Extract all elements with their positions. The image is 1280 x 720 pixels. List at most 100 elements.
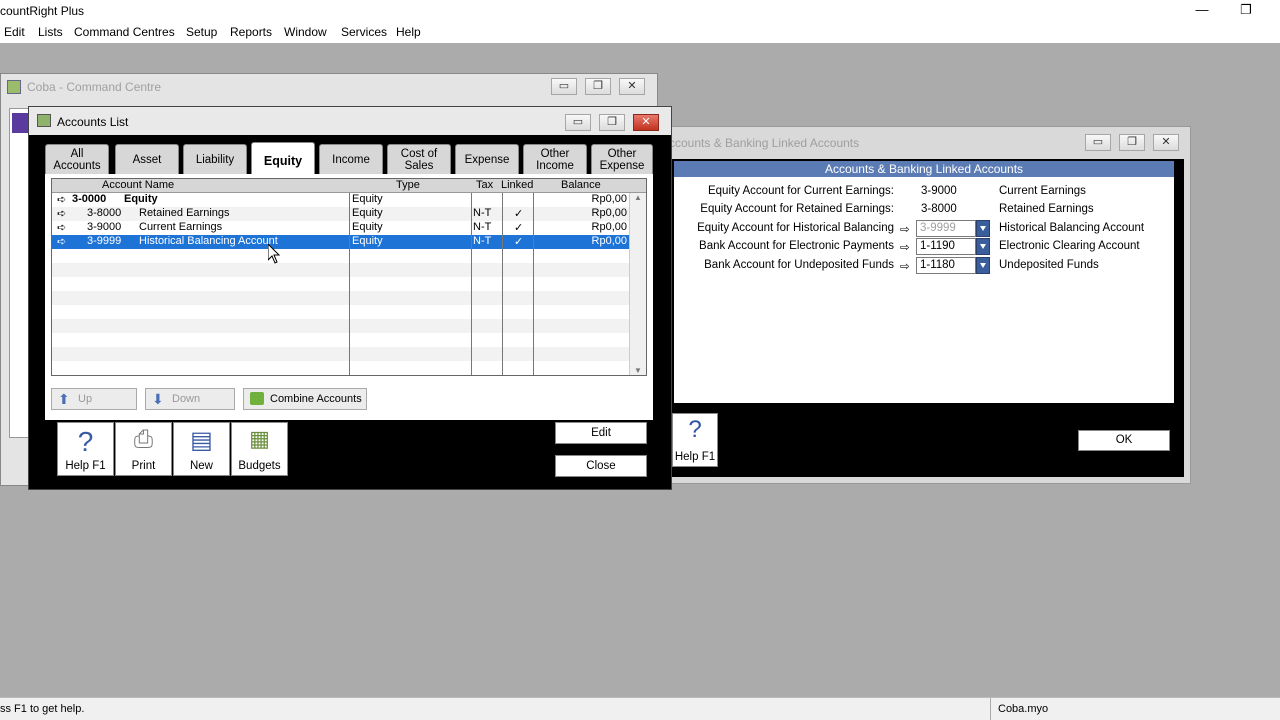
edit-button[interactable]: Edit: [555, 422, 647, 444]
minimize-icon[interactable]: ▭: [1085, 134, 1111, 151]
menu-setup[interactable]: Setup: [186, 25, 217, 39]
tab-expense[interactable]: Expense: [455, 144, 519, 174]
close-icon[interactable]: ✕: [619, 78, 645, 95]
tab-equity[interactable]: Equity: [251, 142, 315, 174]
account-tax: N-T: [473, 221, 492, 233]
arrow-icon[interactable]: ⇨: [900, 222, 910, 236]
new-button[interactable]: ▤ New: [173, 422, 230, 476]
help-f1-button[interactable]: ? Help F1: [672, 413, 718, 467]
toolbar-label: New: [189, 460, 213, 472]
printer-icon: ⎙: [133, 426, 154, 453]
restore-icon[interactable]: ❐: [1119, 134, 1145, 151]
accounts-list-title: Accounts List: [57, 115, 129, 129]
tab-line: Expense: [599, 160, 645, 172]
account-type: Equity: [352, 193, 383, 205]
tab-other-expense[interactable]: Other Expense: [591, 144, 653, 174]
column-divider: [471, 193, 472, 375]
tab-other-income[interactable]: Other Income: [523, 144, 587, 174]
minimize-icon[interactable]: ▭: [551, 78, 577, 95]
tab-liability[interactable]: Liability: [183, 144, 247, 174]
historical-balancing-field: 3-9999: [916, 220, 976, 237]
accounts-list-title-bar[interactable]: Accounts List ▭ ❐ ✕: [29, 107, 671, 135]
column-account-name[interactable]: Account Name: [102, 179, 174, 191]
table-row[interactable]: ➪ 3-8000 Retained Earnings Equity N-T ✓ …: [52, 207, 629, 221]
undeposited-funds-field[interactable]: 1-1180: [916, 257, 976, 274]
dropdown-icon[interactable]: [976, 257, 990, 274]
help-icon: ?: [688, 416, 702, 443]
menu-window[interactable]: Window: [284, 25, 327, 39]
dropdown-icon: [976, 220, 990, 237]
zoom-arrow-icon[interactable]: ➪: [57, 193, 66, 206]
electronic-payments-field[interactable]: 1-1190: [916, 238, 976, 255]
tab-line: Asset: [132, 154, 162, 166]
linked-row-description: Electronic Clearing Account: [999, 240, 1140, 252]
combine-accounts-button[interactable]: Combine Accounts: [243, 388, 367, 410]
accounts-panel: Account Name Type Tax Linked Balance ➪ 3…: [45, 174, 653, 420]
linked-accounts-window[interactable]: ccounts & Banking Linked Accounts ▭ ❐ ✕ …: [664, 126, 1191, 484]
close-button[interactable]: Close: [555, 455, 647, 477]
linked-row-code: 3-8000: [921, 203, 957, 215]
tab-all-accounts[interactable]: All Accounts: [45, 144, 109, 174]
column-tax[interactable]: Tax: [476, 179, 493, 191]
menu-edit[interactable]: Edit: [4, 25, 25, 39]
command-centre-title-bar[interactable]: Coba - Command Centre ▭ ❐ ✕: [1, 74, 657, 100]
table-row[interactable]: ➪ 3-0000 Equity Equity Rp0,00: [52, 193, 629, 207]
linked-accounts-title-bar[interactable]: ccounts & Banking Linked Accounts ▭ ❐ ✕: [665, 127, 1190, 153]
budgets-button[interactable]: ▦ Budgets: [231, 422, 288, 476]
dropdown-icon[interactable]: [976, 238, 990, 255]
down-button[interactable]: ⬇ Down: [145, 388, 235, 410]
vertical-scrollbar[interactable]: ▲ ▼: [629, 193, 646, 375]
account-name: Retained Earnings: [139, 207, 230, 219]
linked-row-label: Bank Account for Electronic Payments: [699, 240, 894, 252]
menu-lists[interactable]: Lists: [38, 25, 63, 39]
restore-icon[interactable]: ❐: [585, 78, 611, 95]
accounts-grid[interactable]: Account Name Type Tax Linked Balance ➪ 3…: [51, 178, 647, 376]
arrow-icon[interactable]: ⇨: [900, 240, 910, 254]
menu-bar: Edit Lists Command Centres Setup Reports…: [0, 22, 1280, 43]
scroll-up-icon[interactable]: ▲: [634, 193, 642, 202]
zoom-arrow-icon[interactable]: ➪: [57, 235, 66, 248]
tab-asset[interactable]: Asset: [115, 144, 179, 174]
combine-label: Combine Accounts: [270, 393, 362, 405]
column-linked[interactable]: Linked: [501, 179, 533, 191]
close-icon[interactable]: ✕: [1153, 134, 1179, 151]
column-balance[interactable]: Balance: [561, 179, 601, 191]
tab-income[interactable]: Income: [319, 144, 383, 174]
arrow-icon[interactable]: ⇨: [900, 259, 910, 273]
print-button[interactable]: ⎙ Print: [115, 422, 172, 476]
column-type[interactable]: Type: [396, 179, 420, 191]
minimize-icon[interactable]: —: [1192, 2, 1212, 17]
menu-services[interactable]: Services: [341, 25, 387, 39]
account-balance: Rp0,00: [591, 221, 627, 233]
zoom-arrow-icon[interactable]: ➪: [57, 221, 66, 234]
minimize-icon[interactable]: ▭: [565, 114, 591, 131]
account-number: 3-9999: [87, 235, 122, 247]
close-icon[interactable]: ✕: [633, 114, 659, 131]
tab-line: Equity: [263, 154, 303, 168]
tab-line: Income: [536, 160, 574, 172]
account-type: Equity: [352, 235, 383, 247]
menu-reports[interactable]: Reports: [230, 25, 272, 39]
toolbar-label: Budgets: [238, 460, 281, 472]
menu-help[interactable]: Help: [396, 25, 421, 39]
account-name: Current Earnings: [139, 221, 223, 233]
down-label: Down: [172, 393, 201, 405]
column-divider: [502, 193, 503, 375]
accounts-list-window[interactable]: Accounts List ▭ ❐ ✕ All Accounts Asset L…: [28, 106, 672, 490]
empty-row: [52, 291, 629, 305]
zoom-arrow-icon[interactable]: ➪: [57, 207, 66, 220]
ok-button[interactable]: OK: [1078, 430, 1170, 451]
window-logo-icon: [37, 114, 51, 127]
scroll-down-icon[interactable]: ▼: [634, 366, 642, 375]
help-f1-button[interactable]: ? Help F1: [57, 422, 114, 476]
table-row[interactable]: ➪ 3-9000 Current Earnings Equity N-T ✓ R…: [52, 221, 629, 235]
menu-command-centres[interactable]: Command Centres: [74, 25, 175, 39]
linked-accounts-title: ccounts & Banking Linked Accounts: [669, 136, 860, 150]
restore-icon[interactable]: ❐: [1236, 2, 1256, 18]
up-button[interactable]: ⬆ Up: [51, 388, 137, 410]
linked-row-description: Retained Earnings: [999, 203, 1094, 215]
account-tax: N-T: [473, 207, 492, 219]
restore-icon[interactable]: ❐: [599, 114, 625, 131]
tab-cost-of-sales[interactable]: Cost of Sales: [387, 144, 451, 174]
table-row-selected[interactable]: ➪ 3-9999 Historical Balancing Account Eq…: [52, 235, 629, 249]
